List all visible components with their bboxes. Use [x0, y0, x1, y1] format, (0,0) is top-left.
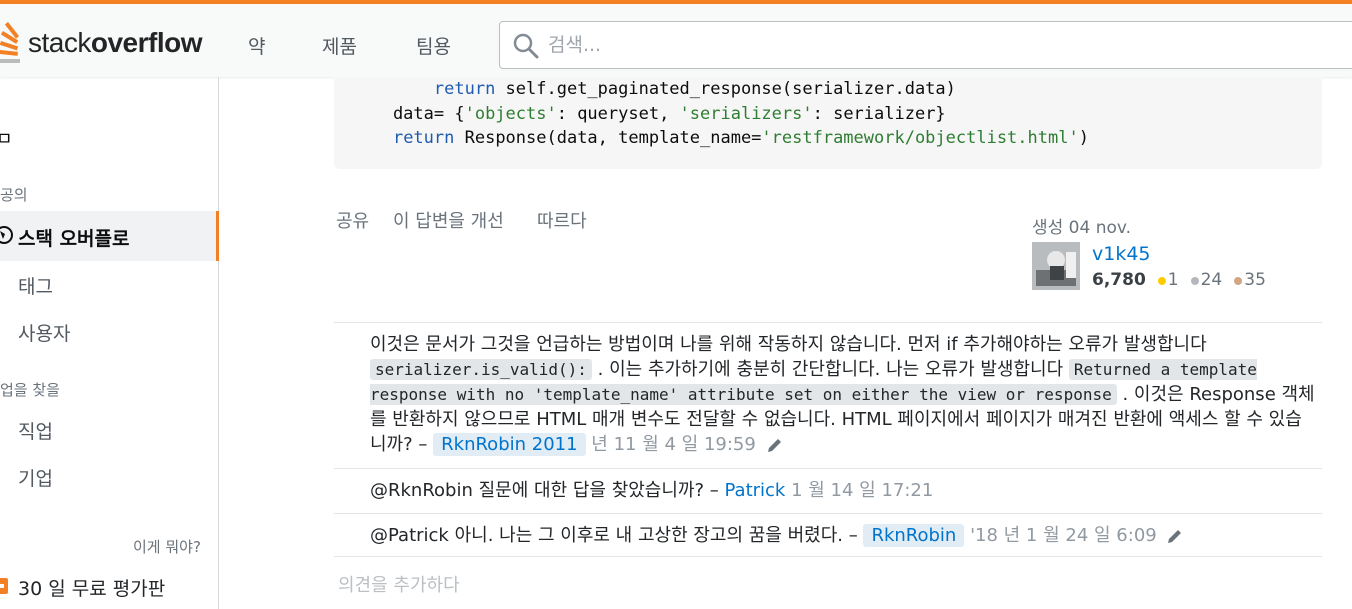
sidebar-item-stackoverflow[interactable]: 스택 오버플로	[0, 211, 219, 261]
briefcase-icon	[0, 578, 8, 594]
sidebar-item-jobs[interactable]: 직업	[18, 417, 53, 444]
sidebar-home-partial[interactable]: ㅁ	[0, 125, 13, 151]
comment: @Patrick 아니. 나는 그 이후로 내 고상한 장고의 꿈을 버렸다. …	[334, 513, 1322, 557]
sidebar-section-jobs: 업을 찾을	[0, 381, 60, 399]
search-icon	[513, 33, 539, 59]
inline-code: serializer.is_valid():	[370, 359, 592, 380]
pencil-icon	[1168, 530, 1182, 543]
comment-date[interactable]: 년 11 월 4 일 19:59	[591, 434, 756, 455]
code-line-3: return Response(data, template_name='res…	[392, 128, 1089, 148]
nav-for-teams[interactable]: 팀용	[416, 32, 451, 59]
free-trial-link[interactable]: 30 일 무료 평가판	[18, 574, 165, 601]
reputation-score: 6,780	[1092, 270, 1146, 290]
left-sidebar: ㅁ 공의 스택 오버플로 태그 사용자 업을 찾을 직업 기업 이게 뭐야? 3…	[0, 77, 219, 609]
code-line-1: return self.get_paginated_response(seria…	[433, 79, 956, 99]
gold-badges: 1	[1152, 270, 1179, 290]
teams-info-link[interactable]: 이게 뭐야?	[133, 536, 201, 557]
comment-body: @Patrick 아니. 나는 그 이후로 내 고상한 장고의 꿈을 버렸다. …	[370, 523, 1315, 548]
comment-body: 이것은 문서가 그것을 언급하는 방법이며 나를 위해 작동하지 않습니다. 먼…	[370, 334, 1315, 456]
nav-products[interactable]: 제품	[322, 32, 357, 59]
logo-text: stackoverflow	[28, 27, 203, 58]
comment-user-link[interactable]: RknRobin 2011	[433, 433, 586, 456]
silver-badge-icon	[1190, 277, 1199, 285]
comment-date[interactable]: '18 년 1 월 24 일 6:09	[970, 525, 1157, 546]
user-avatar-image	[1032, 242, 1080, 290]
user-reputation: 6,780 1 24 35	[1092, 270, 1266, 290]
stack-logo-icon	[0, 22, 20, 63]
avatar[interactable]	[1032, 242, 1080, 290]
pencil-icon	[767, 439, 781, 452]
sidebar-item-label: 스택 오버플로	[18, 228, 130, 250]
stackoverflow-logo[interactable]: stackoverflow	[0, 18, 203, 68]
sidebar-item-companies[interactable]: 기업	[18, 464, 53, 491]
comment: 이것은 문서가 그것을 언급하는 방법이며 나를 위해 작동하지 않습니다. 먼…	[334, 322, 1322, 468]
comment-user-link[interactable]: RknRobin	[863, 524, 965, 547]
silver-badges: 24	[1185, 270, 1222, 290]
improve-answer-link[interactable]: 이 답변을 개선	[393, 207, 504, 233]
comment-body: @RknRobin 질문에 대한 답을 찾았습니까? – Patrick 1 월…	[370, 480, 934, 501]
comment: @RknRobin 질문에 대한 답을 찾았습니까? – Patrick 1 월…	[334, 468, 1322, 513]
code-line-2: data= {'objects': queryset, 'serializers…	[352, 104, 946, 124]
add-comment-link[interactable]: 의견을 추가하다	[338, 571, 460, 597]
sidebar-item-users[interactable]: 사용자	[18, 319, 70, 346]
bronze-badges: 35	[1228, 270, 1266, 290]
comment-date[interactable]: 1 월 14 일 17:21	[791, 480, 933, 501]
nav-about[interactable]: 약	[248, 32, 265, 59]
user-name-link[interactable]: v1k45	[1092, 243, 1151, 265]
bronze-badge-icon	[1234, 277, 1243, 285]
user-action-time[interactable]: 생성 04 nov.	[1032, 213, 1131, 238]
comment-user-link[interactable]: Patrick	[725, 480, 786, 501]
gold-badge-icon	[1157, 277, 1166, 285]
sidebar-section-public: 공의	[0, 186, 28, 204]
share-link[interactable]: 공유	[336, 207, 369, 233]
code-block: return self.get_paginated_response(seria…	[334, 77, 1322, 169]
globe-icon	[0, 226, 13, 244]
search-input[interactable]	[548, 30, 1328, 60]
search-box[interactable]	[499, 21, 1352, 69]
sidebar-item-tags[interactable]: 태그	[18, 272, 53, 299]
top-bar: stackoverflow 약 제품 팀용	[0, 0, 1352, 77]
follow-link[interactable]: 따르다	[537, 207, 587, 233]
